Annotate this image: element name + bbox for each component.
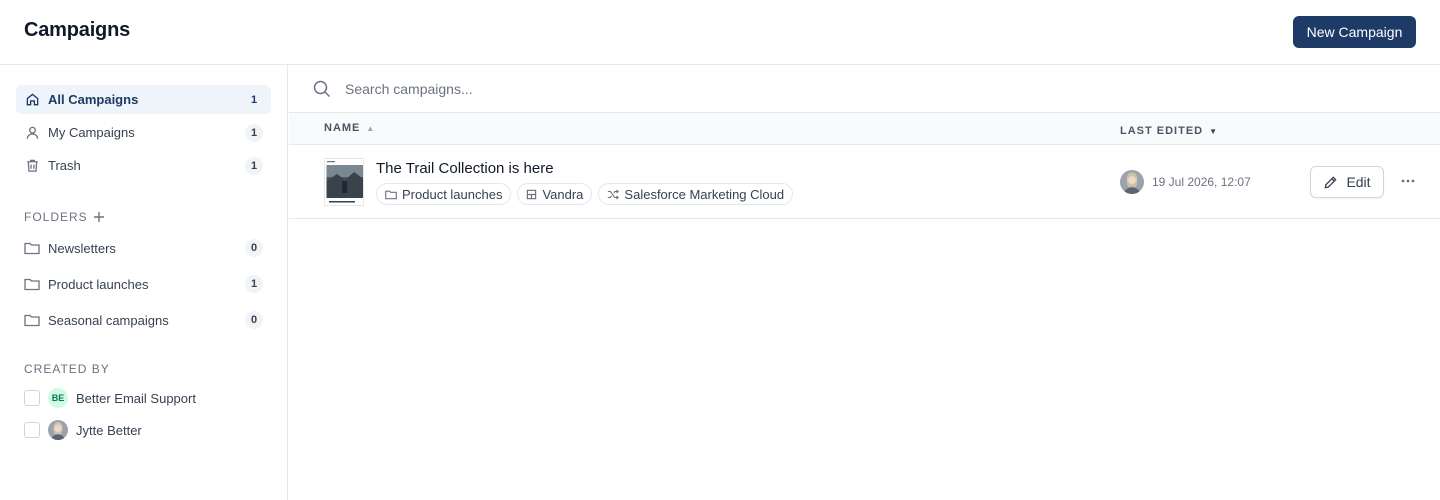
column-header-name[interactable]: NAME ▲ [324, 122, 375, 134]
creator-checkbox[interactable] [24, 422, 40, 438]
creator-checkbox[interactable] [24, 390, 40, 406]
sidebar-item-label: Trash [48, 158, 81, 173]
sidebar-folder-newsletters[interactable]: Newsletters 0 [16, 233, 271, 263]
column-header-label: LAST EDITED [1120, 125, 1204, 137]
avatar [48, 420, 68, 440]
brand-icon [526, 189, 537, 200]
user-icon [24, 125, 40, 141]
trash-icon [24, 158, 40, 174]
folder-label: Seasonal campaigns [48, 312, 169, 328]
folder-label: Product launches [48, 276, 149, 292]
tag-label: Product launches [402, 186, 503, 202]
new-campaign-button[interactable]: New Campaign [1293, 16, 1416, 48]
creator-name: Jytte Better [76, 422, 142, 438]
count-badge: 0 [245, 311, 263, 329]
top-bar: Campaigns New Campaign [0, 0, 1440, 65]
edit-button-label: Edit [1346, 174, 1371, 190]
tag-integration[interactable]: Salesforce Marketing Cloud [598, 183, 794, 205]
folder-icon [24, 312, 40, 328]
count-badge: 1 [245, 124, 263, 142]
sort-descending-icon: ▼ [1209, 126, 1219, 136]
sidebar-folder-seasonal-campaigns[interactable]: Seasonal campaigns 0 [16, 305, 271, 335]
shuffle-icon [607, 189, 620, 200]
table-header: NAME ▲ LAST EDITED ▼ [289, 113, 1440, 145]
search-input[interactable] [345, 77, 1245, 101]
folder-icon [24, 240, 40, 256]
last-edited-date: 19 Jul 2026, 12:07 [1152, 175, 1251, 189]
add-folder-icon[interactable] [92, 210, 106, 224]
table-row[interactable]: The Trail Collection is here Product lau… [289, 145, 1440, 219]
pencil-icon [1323, 175, 1338, 190]
folders-heading: FOLDERS [24, 210, 88, 224]
edit-button[interactable]: Edit [1310, 166, 1384, 198]
count-badge: 0 [245, 239, 263, 257]
campaign-title[interactable]: The Trail Collection is here [376, 160, 554, 177]
avatar [1120, 170, 1144, 194]
tag-brand[interactable]: Vandra [517, 183, 593, 205]
sidebar-folder-product-launches[interactable]: Product launches 1 [16, 269, 271, 299]
count-badge: 1 [245, 275, 263, 293]
column-header-last-edited[interactable]: LAST EDITED ▼ [1120, 125, 1218, 137]
tag-folder[interactable]: Product launches [376, 183, 512, 205]
folder-icon [24, 276, 40, 292]
folder-label: Newsletters [48, 240, 116, 256]
search-bar [289, 65, 1440, 113]
count-badge: 1 [250, 94, 258, 106]
tag-label: Salesforce Marketing Cloud [624, 186, 785, 202]
page-title: Campaigns [24, 19, 131, 41]
sidebar-item-all-campaigns[interactable]: All Campaigns 1 [16, 85, 271, 114]
sidebar-item-trash[interactable]: Trash 1 [16, 151, 271, 180]
campaign-tags: Product launches Vandra Salesforce Marke… [376, 183, 794, 205]
sidebar-item-label: My Campaigns [48, 125, 135, 140]
search-icon [313, 80, 331, 103]
more-options-icon[interactable] [1399, 172, 1417, 190]
sort-ascending-icon: ▲ [366, 123, 376, 133]
column-header-label: NAME [324, 122, 361, 134]
creator-name: Better Email Support [76, 390, 196, 406]
created-by-heading: CREATED BY [24, 362, 110, 376]
tag-label: Vandra [542, 186, 584, 202]
home-icon [24, 92, 40, 108]
sidebar: All Campaigns 1 My Campaigns 1 Trash 1 F… [0, 65, 288, 500]
count-badge: 1 [245, 157, 263, 175]
sidebar-item-my-campaigns[interactable]: My Campaigns 1 [16, 118, 271, 147]
creator-filter-better-email-support: BE Better Email Support [24, 387, 196, 409]
sidebar-item-label: All Campaigns [48, 92, 139, 107]
folder-icon [385, 189, 397, 200]
creator-filter-jytte-better: Jytte Better [24, 419, 142, 441]
campaign-thumbnail [324, 158, 364, 206]
avatar: BE [48, 388, 68, 408]
